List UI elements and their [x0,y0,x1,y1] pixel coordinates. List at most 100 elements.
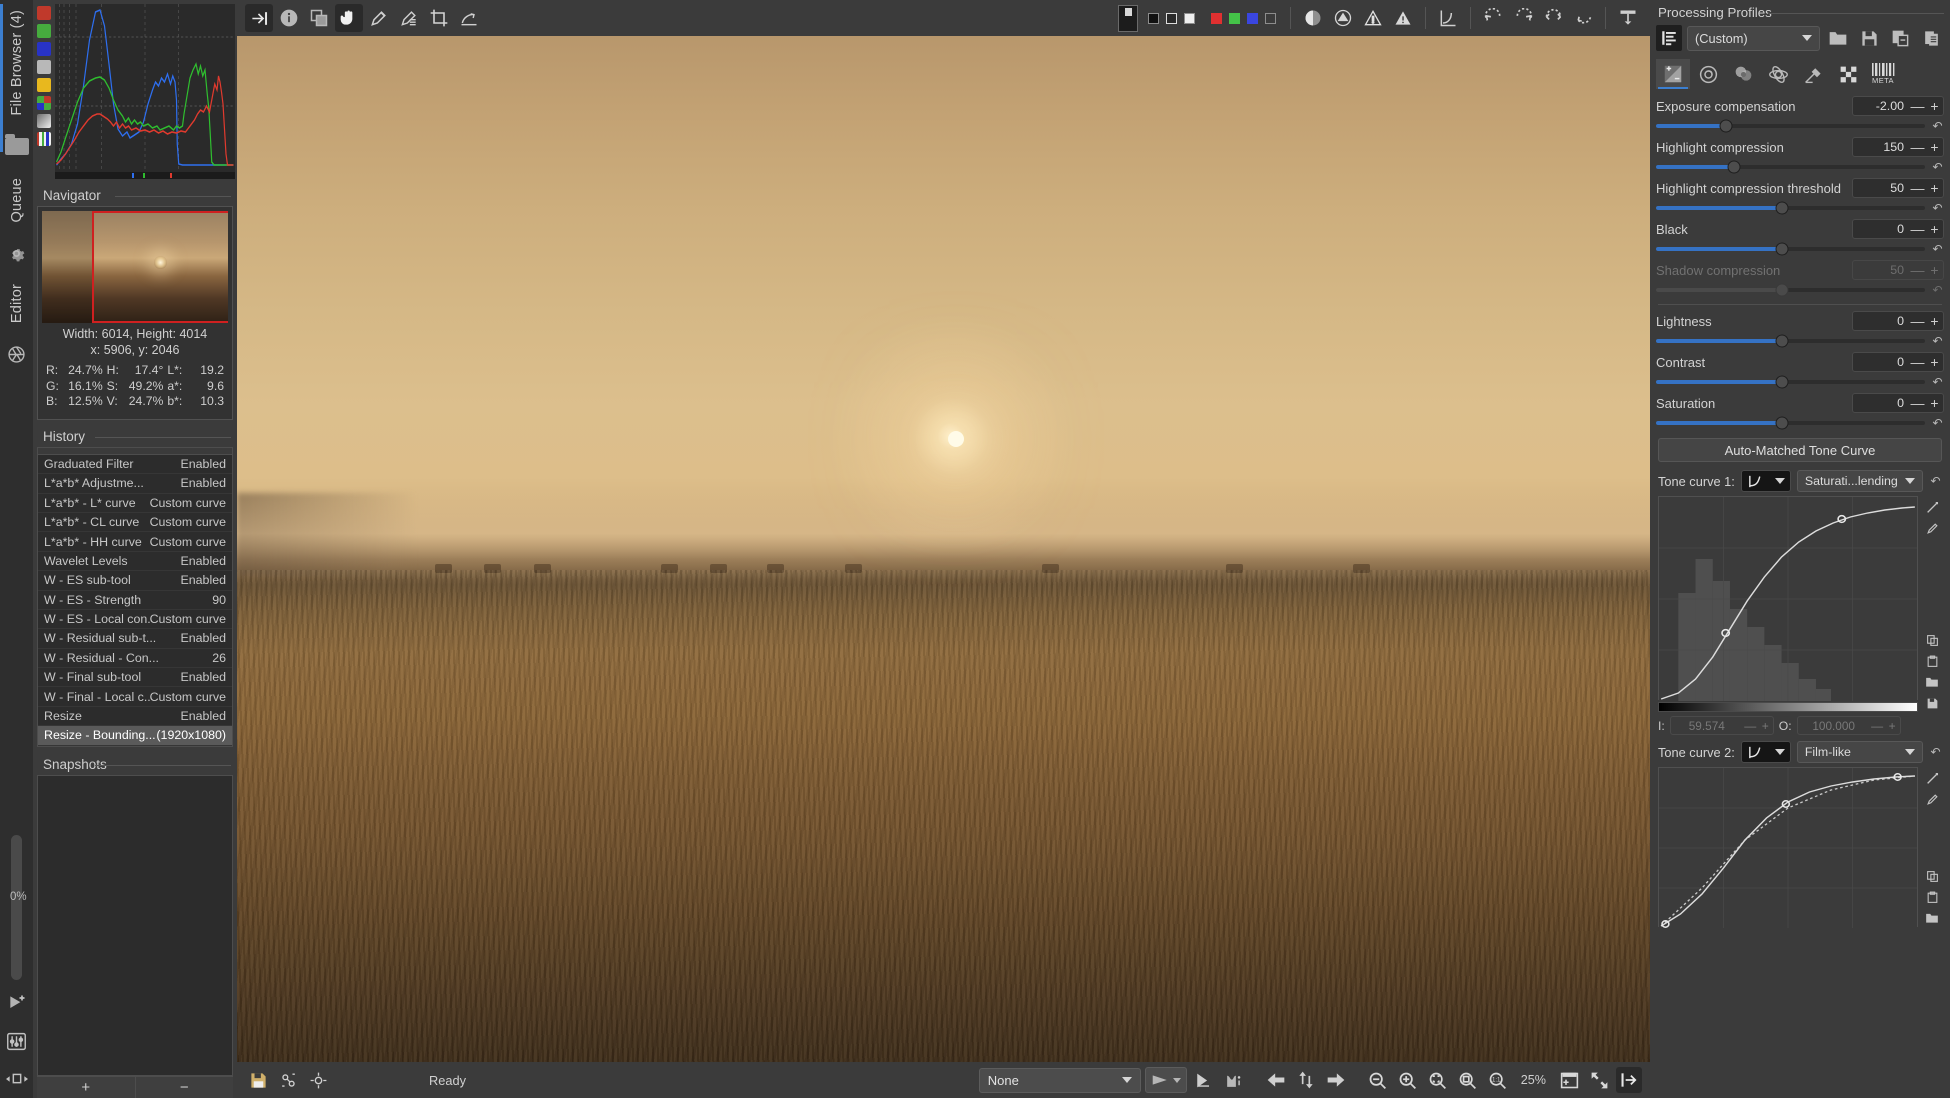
toggle-right-panel-button[interactable] [1614,4,1642,32]
table-row[interactable]: Wavelet Levels Enabled [38,552,232,572]
curve-load-icon[interactable] [1923,673,1941,691]
histogram-mode-toggle[interactable] [37,114,51,128]
curve-paste-icon[interactable] [1923,652,1941,670]
crop-tool-button[interactable] [425,4,453,32]
snapshots-list[interactable] [37,774,233,1076]
zoom-to-fit-crop-button[interactable] [1455,1067,1481,1093]
rotate-right-90-button[interactable] [1509,4,1537,32]
tab-exposure[interactable] [1656,59,1690,89]
tab-detail[interactable] [1691,59,1725,89]
curve-edit-icon[interactable] [1923,519,1941,537]
navigator-viewport-rect[interactable] [92,211,228,323]
tone-curve-1-mode-select[interactable]: Saturati...lending [1796,470,1923,492]
histogram-raw-toggle[interactable] [37,96,51,110]
decrement-button[interactable]: — [1909,354,1926,370]
clipping-indicator[interactable] [1118,4,1138,32]
reset-icon[interactable]: ↶ [1931,160,1944,174]
table-row[interactable]: W - ES sub-tool Enabled [38,571,232,591]
rotate-left-90-button[interactable] [1479,4,1507,32]
zoom-100-button[interactable]: 1:1 [1485,1067,1511,1093]
info-icon[interactable] [275,4,303,32]
soft-proof-icon[interactable] [1144,1067,1187,1093]
table-row-selected[interactable]: Resize - Bounding... (1920x1080) [38,726,232,746]
navigator-thumbnail[interactable] [42,211,228,323]
next-image-button[interactable] [1323,1067,1349,1093]
increment-button[interactable]: + [1758,719,1773,733]
decrement-button[interactable]: — [1909,98,1926,114]
curve-edit-icon[interactable] [1923,790,1941,808]
previous-image-button[interactable] [1263,1067,1289,1093]
tab-raw[interactable] [1831,59,1865,89]
curve-paste-icon[interactable] [1923,888,1941,906]
slider-track[interactable] [1656,416,1925,430]
preview-mode-icon[interactable] [1299,4,1327,32]
tone-curve-1-type-select[interactable] [1740,470,1791,492]
histogram-graph[interactable] [55,4,235,172]
curve-save-icon[interactable] [1923,694,1941,712]
square-green[interactable] [1229,12,1240,24]
curve-copy-icon[interactable] [1923,631,1941,649]
increment-button[interactable]: + [1926,221,1943,237]
histogram-luminance-toggle[interactable] [37,60,51,74]
tab-transform[interactable] [1796,59,1830,89]
collapse-icon[interactable] [5,1067,29,1091]
table-row[interactable]: Graduated Filter Enabled [38,455,232,475]
gear-icon[interactable] [4,241,30,265]
curve-output-field[interactable]: 100.000 — + [1796,716,1901,735]
slider-track[interactable] [1656,160,1925,174]
tone-curve-1-graph[interactable] [1658,496,1918,701]
decrement-button[interactable]: — [1909,395,1926,411]
slider-track[interactable] [1656,242,1925,256]
decrement-button[interactable]: — [1909,313,1926,329]
curve-linear-icon[interactable] [1923,498,1941,516]
reset-icon[interactable]: ↶ [1931,242,1944,256]
toggle-panel-icon[interactable] [1616,1067,1642,1093]
copy-profile-icon[interactable] [1887,25,1913,51]
lockable-color-picker-icon[interactable] [1434,4,1462,32]
table-row[interactable]: Resize Enabled [38,707,232,727]
table-row[interactable]: W - ES - Local con... Custom curve [38,610,232,630]
histogram-green-toggle[interactable] [37,24,51,38]
table-row[interactable]: W - Final - Local c... Custom curve [38,687,232,707]
image-canvas[interactable] [237,36,1650,1062]
square-dark[interactable] [1166,12,1177,24]
shadow-clipping-icon[interactable] [1359,4,1387,32]
histogram-blue-toggle[interactable] [37,42,51,56]
table-row[interactable]: L*a*b* - HH curve Custom curve [38,532,232,552]
flip-vertical-button[interactable] [1569,4,1597,32]
preview-image[interactable] [237,36,1650,1062]
highlight-clipping-icon[interactable] [1389,4,1417,32]
table-row[interactable]: W - Final sub-tool Enabled [38,668,232,688]
reset-icon[interactable]: ↶ [1929,474,1942,488]
before-after-icon[interactable] [305,4,333,32]
history-list[interactable]: Graduated Filter Enabled L*a*b* Adjustme.… [37,446,233,747]
spinbox[interactable]: 150 — + [1852,137,1944,157]
spinbox[interactable]: 0 — + [1852,311,1944,331]
spinbox[interactable]: 0 — + [1852,393,1944,413]
decrement-button[interactable]: — [1743,719,1758,733]
spinbox[interactable]: 0 — + [1852,219,1944,239]
tab-metadata[interactable]: META [1866,59,1900,89]
tab-advanced[interactable] [1761,59,1795,89]
tone-curve-2-type-select[interactable] [1740,741,1791,763]
zoom-in-button[interactable] [1395,1067,1421,1093]
paste-profile-icon[interactable] [1918,25,1944,51]
output-profile-select[interactable]: None [978,1067,1141,1093]
auto-matched-tone-curve-button[interactable]: Auto-Matched Tone Curve [1658,438,1942,462]
queue-icon[interactable] [275,1067,301,1093]
increment-button[interactable]: + [1926,395,1943,411]
sync-browser-button[interactable] [1293,1067,1319,1093]
curve-copy-icon[interactable] [1923,867,1941,885]
square-black[interactable] [1148,12,1159,24]
reset-icon[interactable]: ↶ [1929,745,1942,759]
decrement-button[interactable]: — [1909,139,1926,155]
profile-list-icon[interactable] [1656,25,1682,51]
square-white[interactable] [1184,12,1195,24]
fullscreen-icon[interactable] [1586,1067,1612,1093]
curve-linear-icon[interactable] [1923,769,1941,787]
gamut-warning-icon[interactable] [1221,1067,1247,1093]
spinbox[interactable]: 50 — + [1852,178,1944,198]
spinbox[interactable]: 0 — + [1852,352,1944,372]
color-picker-button[interactable] [365,4,393,32]
slider-track[interactable] [1656,119,1925,133]
